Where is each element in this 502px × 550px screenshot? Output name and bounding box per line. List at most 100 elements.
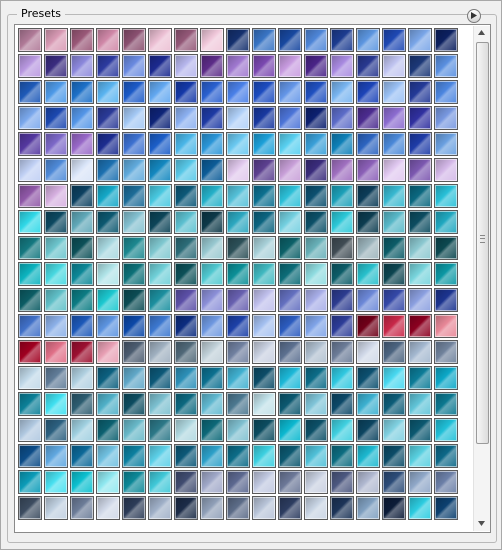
gradient-swatch[interactable] [44, 340, 68, 364]
gradient-swatch[interactable] [252, 496, 276, 520]
gradient-swatch[interactable] [382, 496, 406, 520]
gradient-swatch[interactable] [122, 28, 146, 52]
gradient-swatch[interactable] [200, 288, 224, 312]
gradient-swatch[interactable] [122, 470, 146, 494]
gradient-swatch[interactable] [304, 132, 328, 156]
gradient-swatch[interactable] [252, 314, 276, 338]
gradient-swatch[interactable] [122, 314, 146, 338]
gradient-swatch[interactable] [330, 80, 354, 104]
gradient-swatch[interactable] [278, 210, 302, 234]
gradient-swatch[interactable] [382, 314, 406, 338]
gradient-swatch[interactable] [252, 418, 276, 442]
gradient-swatch[interactable] [226, 80, 250, 104]
gradient-swatch[interactable] [200, 54, 224, 78]
gradient-swatch[interactable] [70, 418, 94, 442]
gradient-swatch[interactable] [18, 106, 42, 130]
gradient-swatch[interactable] [200, 236, 224, 260]
gradient-swatch[interactable] [330, 106, 354, 130]
gradient-swatch[interactable] [330, 340, 354, 364]
gradient-swatch[interactable] [148, 184, 172, 208]
gradient-swatch[interactable] [96, 158, 120, 182]
gradient-swatch[interactable] [226, 262, 250, 286]
gradient-swatch[interactable] [200, 184, 224, 208]
gradient-swatch[interactable] [96, 80, 120, 104]
gradient-swatch[interactable] [382, 262, 406, 286]
gradient-swatch[interactable] [330, 54, 354, 78]
gradient-swatch[interactable] [382, 366, 406, 390]
gradient-swatch[interactable] [174, 106, 198, 130]
gradient-swatch[interactable] [330, 392, 354, 416]
gradient-swatch[interactable] [200, 132, 224, 156]
gradient-swatch[interactable] [200, 106, 224, 130]
gradient-swatch[interactable] [382, 158, 406, 182]
gradient-swatch[interactable] [44, 418, 68, 442]
gradient-swatch[interactable] [278, 288, 302, 312]
gradient-swatch[interactable] [330, 314, 354, 338]
gradient-swatch[interactable] [408, 288, 432, 312]
gradient-swatch[interactable] [304, 28, 328, 52]
gradient-swatch[interactable] [278, 392, 302, 416]
gradient-swatch[interactable] [226, 444, 250, 468]
gradient-swatch[interactable] [434, 288, 458, 312]
gradient-swatch[interactable] [18, 80, 42, 104]
gradient-swatch[interactable] [434, 418, 458, 442]
gradient-swatch[interactable] [304, 210, 328, 234]
gradient-swatch[interactable] [382, 106, 406, 130]
gradient-swatch[interactable] [252, 158, 276, 182]
gradient-swatch[interactable] [70, 158, 94, 182]
gradient-swatch[interactable] [252, 28, 276, 52]
gradient-swatch[interactable] [356, 418, 380, 442]
gradient-swatch[interactable] [278, 158, 302, 182]
gradient-swatch[interactable] [408, 392, 432, 416]
gradient-swatch[interactable] [304, 314, 328, 338]
gradient-swatch[interactable] [122, 340, 146, 364]
gradient-swatch[interactable] [200, 158, 224, 182]
gradient-swatch[interactable] [226, 366, 250, 390]
gradient-swatch[interactable] [148, 54, 172, 78]
gradient-swatch[interactable] [200, 366, 224, 390]
gradient-swatch[interactable] [330, 236, 354, 260]
gradient-swatch[interactable] [252, 340, 276, 364]
gradient-swatch[interactable] [356, 314, 380, 338]
gradient-swatch[interactable] [382, 236, 406, 260]
gradient-swatch[interactable] [408, 184, 432, 208]
gradient-swatch[interactable] [356, 262, 380, 286]
gradient-swatch[interactable] [434, 496, 458, 520]
gradient-swatch[interactable] [330, 288, 354, 312]
gradient-swatch[interactable] [226, 236, 250, 260]
gradient-swatch[interactable] [96, 392, 120, 416]
gradient-swatch[interactable] [70, 184, 94, 208]
gradient-swatch[interactable] [382, 184, 406, 208]
gradient-swatch[interactable] [18, 444, 42, 468]
gradient-swatch[interactable] [18, 158, 42, 182]
gradient-swatch[interactable] [200, 444, 224, 468]
gradient-swatch[interactable] [200, 210, 224, 234]
gradient-swatch[interactable] [330, 418, 354, 442]
gradient-swatch[interactable] [304, 236, 328, 260]
gradient-swatch[interactable] [434, 444, 458, 468]
gradient-swatch[interactable] [356, 444, 380, 468]
gradient-swatch[interactable] [434, 210, 458, 234]
gradient-swatch[interactable] [304, 184, 328, 208]
gradient-swatch[interactable] [434, 366, 458, 390]
gradient-swatch[interactable] [96, 340, 120, 364]
gradient-swatch[interactable] [434, 80, 458, 104]
gradient-swatch[interactable] [304, 54, 328, 78]
gradient-swatch[interactable] [252, 106, 276, 130]
gradient-swatch[interactable] [330, 132, 354, 156]
gradient-swatch[interactable] [18, 418, 42, 442]
gradient-swatch[interactable] [122, 80, 146, 104]
gradient-swatch[interactable] [44, 158, 68, 182]
gradient-swatch[interactable] [330, 496, 354, 520]
gradient-swatch[interactable] [122, 184, 146, 208]
gradient-swatch[interactable] [252, 392, 276, 416]
gradient-swatch[interactable] [44, 132, 68, 156]
gradient-swatch[interactable] [356, 80, 380, 104]
gradient-swatch[interactable] [70, 106, 94, 130]
gradient-swatch[interactable] [174, 366, 198, 390]
gradient-swatch[interactable] [356, 132, 380, 156]
gradient-swatch[interactable] [148, 288, 172, 312]
gradient-swatch[interactable] [382, 132, 406, 156]
gradient-swatch[interactable] [70, 392, 94, 416]
gradient-swatch[interactable] [96, 236, 120, 260]
